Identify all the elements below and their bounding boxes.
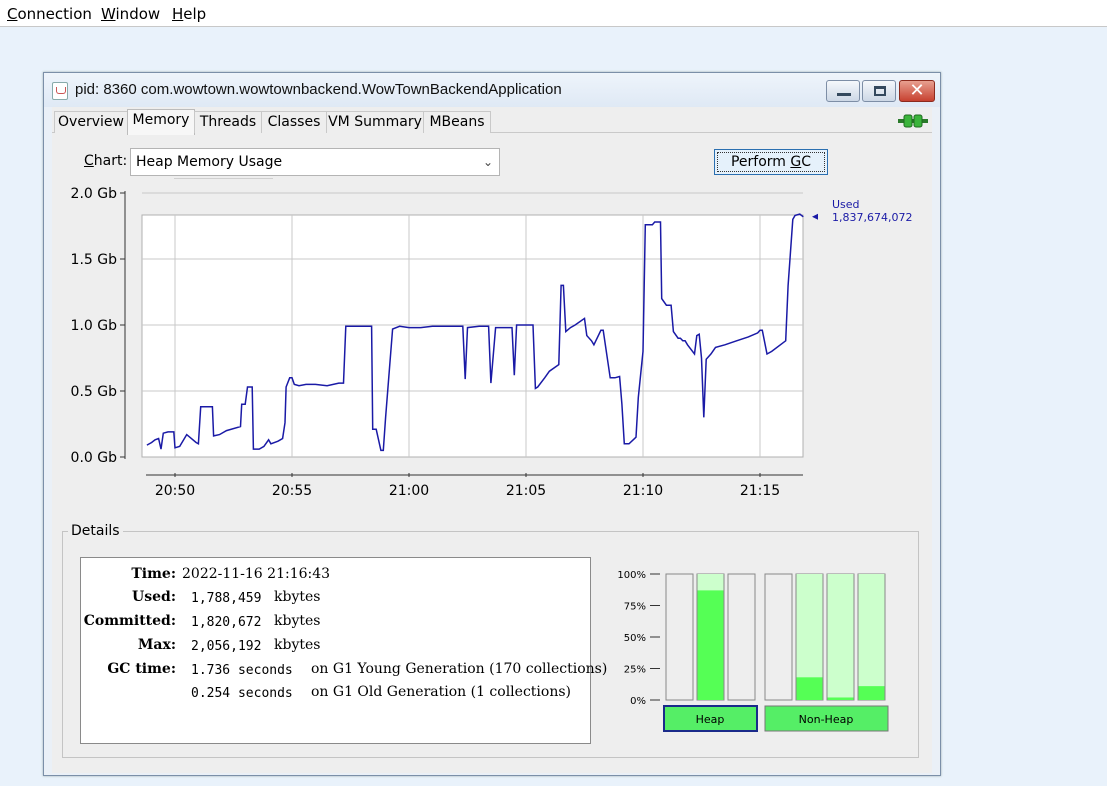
committed-value: 1,820,672 [191, 615, 262, 630]
frame-titlebar[interactable]: pid: 8360 com.wowtown.wowtownbackend.Wow… [44, 73, 940, 107]
y-tick-label: 1.5 Gb [71, 252, 118, 268]
internal-frame: pid: 8360 com.wowtown.wowtownbackend.Wow… [43, 72, 941, 776]
committed-unit: kbytes [274, 613, 321, 629]
tab-vm-summary[interactable]: VM Summary [326, 111, 424, 133]
gc-old-text: on G1 Old Generation (1 collections) [311, 684, 571, 700]
details-text-area[interactable]: Time: 2022-11-16 21:16:43 Used: 1,788,45… [80, 557, 607, 744]
used-legend-value: 1,837,674,072 [832, 211, 912, 224]
used-legend-name: Used [832, 198, 860, 211]
nonheap-pool-bar-committed [827, 574, 854, 700]
memory-pool-bars: 100% 75% 50% 25% 0% Heap Non-Heap [617, 570, 889, 732]
menu-help[interactable]: Help [172, 5, 206, 23]
nonheap-pool-bar-used [858, 686, 885, 700]
tab-memory[interactable]: Memory [127, 109, 195, 135]
maximize-button[interactable] [862, 80, 896, 102]
minimize-icon [837, 93, 851, 96]
menu-bar: Connection Window Help [0, 0, 1107, 27]
chart-type-value: Heap Memory Usage [136, 154, 283, 170]
x-tick-label: 21:15 [740, 483, 780, 499]
gc-young-text: on G1 Young Generation (170 collections) [311, 661, 608, 677]
nonheap-pool-label: Non-Heap [799, 713, 854, 726]
max-row: Max: 2,056,192 kbytes [81, 637, 590, 659]
chart-label: Chart: [84, 153, 128, 169]
x-tick-label: 20:50 [155, 483, 195, 499]
committed-row: Committed: 1,820,672 kbytes [81, 613, 590, 635]
heap-pool-bar [727, 573, 756, 701]
gc-young-row: GC time: 1.736 seconds on G1 Young Gener… [81, 661, 607, 683]
chart-type-select[interactable]: Heap Memory Usage ⌄ [130, 148, 500, 176]
heap-pool-label: Heap [696, 713, 725, 726]
x-tick-label: 21:05 [506, 483, 546, 499]
java-cup-icon [52, 82, 68, 100]
used-unit: kbytes [274, 589, 321, 605]
gc-time-label: GC time: [107, 661, 176, 677]
nonheap-pool-bar-used [827, 697, 854, 700]
used-label: Used: [132, 589, 176, 605]
used-row: Used: 1,788,459 kbytes [81, 589, 590, 611]
select-underline [174, 178, 273, 181]
maximize-icon [874, 86, 886, 96]
perform-gc-button[interactable]: Perform GC [714, 149, 828, 175]
tab-mbeans[interactable]: MBeans [423, 111, 491, 133]
time-label: Time: [131, 566, 176, 582]
chevron-down-icon: ⌄ [482, 155, 493, 169]
minimize-button[interactable] [826, 80, 860, 102]
tab-classes[interactable]: Classes [261, 111, 327, 133]
pct-label: 0% [630, 696, 646, 707]
close-icon: ✕ [909, 80, 925, 101]
max-unit: kbytes [274, 637, 321, 653]
gc-old-row: 0.254 seconds on G1 Old Generation (1 co… [81, 684, 590, 706]
menu-window[interactable]: Window [101, 5, 160, 23]
y-tick-label: 1.0 Gb [71, 318, 118, 334]
heap-pool-bar-used [697, 590, 724, 700]
gc-old-value: 0.254 seconds [191, 686, 293, 701]
time-value: 2022-11-16 21:16:43 [182, 566, 331, 582]
x-tick-label: 21:10 [623, 483, 663, 499]
pct-label: 50% [624, 633, 646, 644]
used-value: 1,788,459 [191, 591, 262, 606]
close-button[interactable]: ✕ [899, 80, 935, 102]
menu-connection[interactable]: Connection [7, 5, 92, 23]
nonheap-pool-bar-committed [858, 574, 885, 700]
used-legend-marker [812, 213, 818, 220]
heap-pool-bar [665, 573, 694, 701]
x-tick-label: 21:00 [389, 483, 429, 499]
nonheap-pool-bar [764, 573, 793, 701]
time-row: Time: 2022-11-16 21:16:43 [81, 566, 590, 588]
memory-tab-content: Overview Memory Threads Classes VM Summa… [52, 107, 932, 773]
y-tick-label: 0.5 Gb [71, 384, 118, 400]
x-tick-label: 20:55 [272, 483, 312, 499]
max-value: 2,056,192 [191, 639, 262, 654]
frame-title: pid: 8360 com.wowtown.wowtownbackend.Wow… [75, 81, 562, 98]
pct-label: 25% [624, 665, 646, 676]
tab-threads[interactable]: Threads [194, 111, 262, 133]
details-title: Details [68, 523, 123, 539]
nonheap-pool-bar-used [796, 677, 823, 700]
gc-young-value: 1.736 seconds [191, 663, 293, 678]
heap-usage-chart: 20:50 20:55 21:00 21:05 21:10 21:15 0.0 Gb 0.5 … [71, 187, 913, 499]
committed-label: Committed: [83, 613, 176, 629]
pct-label: 75% [624, 602, 646, 613]
tab-overview[interactable]: Overview [54, 111, 128, 133]
connection-status-icon[interactable] [898, 113, 928, 129]
max-label: Max: [137, 637, 176, 653]
y-tick-label: 2.0 Gb [71, 187, 118, 202]
pct-label: 100% [617, 570, 646, 581]
y-tick-label: 0.0 Gb [71, 450, 118, 466]
